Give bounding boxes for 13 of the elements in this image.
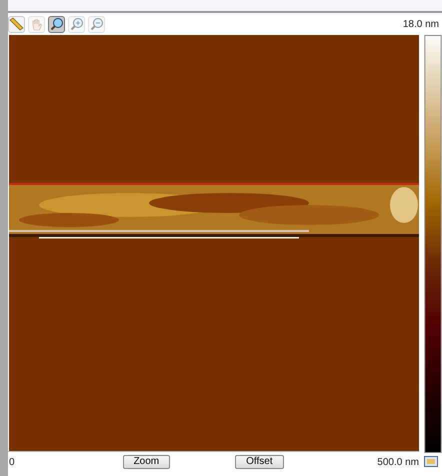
zoom-in-icon xyxy=(70,17,84,31)
offset-button[interactable]: Offset xyxy=(235,455,284,469)
axis-max-label: 500.0 nm xyxy=(377,457,419,469)
magnifier-icon xyxy=(50,17,64,31)
tool-button[interactable] xyxy=(8,16,25,32)
ruler-icon xyxy=(9,17,24,31)
scale-max-label: 18.0 nm xyxy=(402,18,439,30)
hand-icon xyxy=(30,18,42,30)
axis-min-label: 0 xyxy=(9,457,15,469)
color-scale-icon[interactable] xyxy=(424,456,438,467)
zoom-button[interactable]: Zoom xyxy=(122,455,170,469)
zoom-out-icon xyxy=(90,17,104,31)
tool-button[interactable] xyxy=(48,16,65,32)
